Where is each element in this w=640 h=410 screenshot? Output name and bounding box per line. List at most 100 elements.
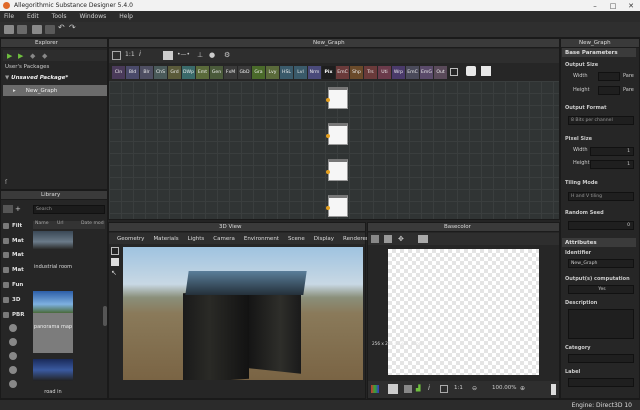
view2d-scroll-handle[interactable]: [551, 384, 556, 395]
menu-help[interactable]: Help: [119, 13, 133, 20]
view2d-menu-icon[interactable]: [371, 235, 379, 243]
save-all-icon[interactable]: [45, 25, 55, 34]
package-item[interactable]: ▼ Unsaved Package*: [5, 75, 68, 81]
export-icon[interactable]: ◆: [42, 52, 47, 60]
zoom-out-icon[interactable]: ⊖: [472, 385, 477, 392]
random-seed-input[interactable]: 0: [568, 221, 634, 230]
tab-geometry[interactable]: Geometry: [117, 236, 144, 242]
filter-pix[interactable]: Pix: [322, 66, 335, 79]
height-input[interactable]: [598, 86, 620, 95]
view2d-channel-icon[interactable]: ✥: [398, 235, 404, 243]
comment-icon[interactable]: [466, 66, 476, 76]
pixel-height-input[interactable]: 1: [590, 160, 634, 169]
save-icon[interactable]: [32, 25, 42, 34]
open-file-icon[interactable]: [17, 25, 27, 34]
menu-windows[interactable]: Windows: [79, 13, 106, 20]
undo-icon[interactable]: ↶: [58, 23, 68, 32]
filter-shp[interactable]: Shp: [350, 66, 363, 79]
tab-camera[interactable]: Camera: [213, 236, 235, 242]
filter-nrm[interactable]: Nrm: [308, 66, 321, 79]
tab-materials[interactable]: Materials: [153, 236, 178, 242]
filter-emt[interactable]: Emt: [196, 66, 209, 79]
publish-icon[interactable]: ◆: [30, 52, 35, 60]
filter-blr[interactable]: Blr: [140, 66, 153, 79]
view2d-save-icon[interactable]: [384, 235, 392, 243]
filter-gbd[interactable]: GbD: [238, 66, 251, 79]
section-attributes[interactable]: Attributes: [562, 238, 636, 247]
view2d-image-icon[interactable]: [418, 235, 428, 243]
output-format-select[interactable]: 8 Bits per channel: [568, 116, 634, 125]
menu-file[interactable]: File: [4, 13, 14, 20]
graph-node-3[interactable]: [326, 159, 348, 181]
library-menu-icon[interactable]: [3, 205, 13, 213]
filter-gen[interactable]: Gen: [210, 66, 223, 79]
settings-icon[interactable]: ⚙: [224, 51, 230, 59]
col-date[interactable]: Date mod: [81, 221, 105, 229]
tiling-mode-select[interactable]: H and V tiling: [568, 192, 634, 201]
filter-chs[interactable]: ChS: [154, 66, 167, 79]
filter-hsl[interactable]: HSL: [280, 66, 293, 79]
library-category-materials[interactable]: Mat: [3, 235, 27, 246]
library-search-input[interactable]: Search: [33, 205, 105, 214]
menu-edit[interactable]: Edit: [27, 13, 39, 20]
menu-tools[interactable]: Tools: [52, 13, 67, 20]
section-base-parameters[interactable]: Base Parameters: [562, 48, 636, 57]
minimize-icon[interactable]: –: [586, 2, 604, 10]
height-mode[interactable]: Pare: [623, 87, 634, 93]
play-icon[interactable]: ▶: [7, 52, 12, 60]
filter-emc[interactable]: EmC: [336, 66, 349, 79]
panorama-thumbnail[interactable]: [33, 291, 73, 313]
info-icon[interactable]: i: [139, 50, 141, 58]
library-scrollbar[interactable]: [103, 306, 107, 326]
close-icon[interactable]: ✕: [622, 2, 640, 10]
description-input[interactable]: [568, 309, 634, 339]
filter-emg[interactable]: EmG: [420, 66, 433, 79]
filter-lvl[interactable]: Lvl: [294, 66, 307, 79]
view3d-viewport[interactable]: [123, 247, 363, 380]
tab-environment[interactable]: Environment: [244, 236, 279, 242]
sphere-icon[interactable]: [9, 366, 17, 374]
outputs-computation-select[interactable]: Yes: [568, 285, 634, 294]
ratio-label[interactable]: 1:1: [454, 385, 463, 391]
graph-node-2[interactable]: [326, 123, 348, 145]
filter-out[interactable]: Out: [434, 66, 447, 79]
tab-renderer[interactable]: Renderer: [343, 236, 368, 242]
category-input[interactable]: [568, 354, 634, 363]
filter-fxm[interactable]: FxM: [224, 66, 237, 79]
sphere-icon[interactable]: [9, 338, 17, 346]
label-input[interactable]: [568, 378, 634, 387]
filter-lvy[interactable]: Lvy: [266, 66, 279, 79]
cursor-icon[interactable]: ↖: [111, 269, 117, 277]
identifier-input[interactable]: New_Graph: [568, 259, 634, 268]
view3d-side-icon-2[interactable]: [111, 258, 119, 266]
play-all-icon[interactable]: ▶: [18, 52, 23, 60]
library-category-materials-2[interactable]: Mat: [3, 249, 27, 260]
frame-node-icon[interactable]: [481, 66, 491, 76]
frame-icon[interactable]: [163, 51, 173, 60]
filter-trs[interactable]: Trs: [364, 66, 377, 79]
link-icon[interactable]: •—•: [177, 51, 190, 58]
sphere-icon[interactable]: [9, 380, 17, 388]
width-input[interactable]: [598, 72, 620, 81]
filter-bld[interactable]: Bld: [126, 66, 139, 79]
ratio-icon[interactable]: 1:1: [125, 51, 135, 58]
sphere-icon[interactable]: [9, 324, 17, 332]
pixel-width-input[interactable]: 1: [590, 147, 634, 156]
explorer-footer-icon[interactable]: ſ: [5, 179, 7, 186]
road-thumbnail[interactable]: [33, 359, 73, 381]
checker-toggle-icon[interactable]: [388, 384, 398, 394]
env-thumbnail[interactable]: [33, 231, 73, 249]
graph-node-4[interactable]: [326, 195, 348, 217]
library-category-filters[interactable]: Filt: [3, 220, 27, 231]
sphere-icon[interactable]: [9, 352, 17, 360]
filter-emc-2[interactable]: EmC: [406, 66, 419, 79]
tab-scene[interactable]: Scene: [288, 236, 305, 242]
col-name[interactable]: Name: [33, 221, 57, 229]
maximize-icon[interactable]: □: [604, 2, 622, 10]
tile-icon[interactable]: [404, 385, 412, 393]
view2d-info-icon[interactable]: i: [428, 384, 430, 392]
filter-cln[interactable]: Cln: [112, 66, 125, 79]
add-icon[interactable]: +: [15, 205, 21, 213]
view3d-side-icon[interactable]: [111, 247, 119, 255]
tab-lights[interactable]: Lights: [188, 236, 205, 242]
